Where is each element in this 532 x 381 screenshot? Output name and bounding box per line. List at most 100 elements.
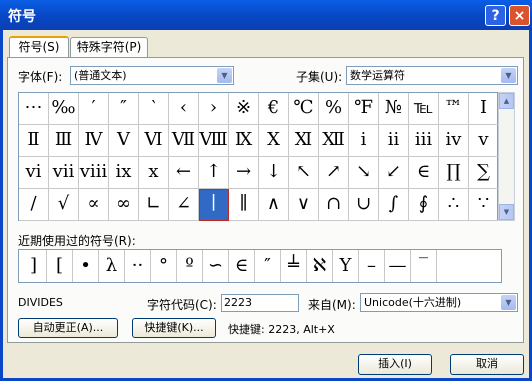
recent-symbol-cell[interactable]: ″ <box>255 250 281 282</box>
symbol-cell[interactable]: ⅸ <box>109 157 139 189</box>
recent-symbol-cell[interactable]: — <box>385 250 411 282</box>
symbol-cell[interactable]: ⋯ <box>19 93 49 125</box>
vertical-scrollbar[interactable]: ▲ ▼ <box>498 92 515 221</box>
autocorrect-button[interactable]: 自动更正(A)... <box>18 318 118 338</box>
symbol-cell[interactable]: ↑ <box>199 157 229 189</box>
symbol-cell[interactable]: ⅳ <box>439 125 469 157</box>
symbol-cell[interactable]: ← <box>169 157 199 189</box>
symbol-cell[interactable]: › <box>199 93 229 125</box>
symbol-cell[interactable]: ⅵ <box>19 157 49 189</box>
symbol-cell[interactable]: ⅷ <box>79 157 109 189</box>
symbol-cell[interactable]: Ⅰ <box>469 93 499 125</box>
symbol-cell[interactable]: ∠ <box>169 189 199 221</box>
recent-symbol-cell[interactable]: ° <box>151 250 177 282</box>
recent-symbol-cell[interactable]: λ <box>99 250 125 282</box>
symbol-cell[interactable]: Ⅻ <box>319 125 349 157</box>
scroll-down-icon[interactable]: ▼ <box>499 204 514 220</box>
symbol-cell[interactable]: ‰ <box>49 93 79 125</box>
scroll-up-icon[interactable]: ▲ <box>499 93 514 109</box>
symbol-cell[interactable]: Ⅵ <box>139 125 169 157</box>
tab-special-characters[interactable]: 特殊字符(P) <box>70 37 148 57</box>
symbol-cell[interactable]: ∪ <box>349 189 379 221</box>
symbol-cell[interactable]: ℉ <box>349 93 379 125</box>
shortcut-key-button[interactable]: 快捷键(K)... <box>132 318 216 338</box>
recent-symbol-cell[interactable]: ∈ <box>229 250 255 282</box>
recent-symbol-cell[interactable]: º <box>177 250 203 282</box>
symbol-cell[interactable]: ∑ <box>469 157 499 189</box>
symbol-cell[interactable]: ∏ <box>439 157 469 189</box>
subset-select[interactable]: 数学运算符 ▼ <box>346 66 518 85</box>
from-select[interactable]: Unicode(十六进制) ▼ <box>360 293 518 312</box>
symbol-cell[interactable]: ∝ <box>79 189 109 221</box>
symbol-cell[interactable]: № <box>379 93 409 125</box>
symbol-cell[interactable]: ↘ <box>349 157 379 189</box>
cancel-button[interactable]: 取消 <box>450 354 524 375</box>
window-title: 符号 <box>8 9 36 25</box>
symbol-cell[interactable]: ∩ <box>319 189 349 221</box>
symbol-cell[interactable]: Ⅳ <box>79 125 109 157</box>
symbol-cell[interactable]: ∟ <box>139 189 169 221</box>
symbol-cell[interactable]: ⅴ <box>469 125 499 157</box>
symbol-cell[interactable]: √ <box>49 189 79 221</box>
font-value: (普通文本) <box>74 69 127 82</box>
symbol-cell[interactable]: ℃ <box>289 93 319 125</box>
symbol-cell[interactable]: ∥ <box>229 189 259 221</box>
symbol-cell[interactable]: ″ <box>109 93 139 125</box>
symbol-cell[interactable]: Ⅷ <box>199 125 229 157</box>
recent-symbol-cell[interactable]: Y <box>333 250 359 282</box>
symbol-cell[interactable]: ↙ <box>379 157 409 189</box>
symbol-cell[interactable]: ※ <box>229 93 259 125</box>
symbol-cell[interactable]: ⅶ <box>49 157 79 189</box>
symbol-cell[interactable]: ∴ <box>439 189 469 221</box>
char-code-input[interactable]: 2223 <box>221 294 299 312</box>
symbol-cell[interactable]: ⅱ <box>379 125 409 157</box>
symbol-cell[interactable]: Ⅱ <box>19 125 49 157</box>
symbol-cell[interactable]: € <box>259 93 289 125</box>
recent-symbol-cell[interactable]: [ <box>47 250 73 282</box>
chevron-down-icon[interactable]: ▼ <box>501 295 516 310</box>
symbol-cell[interactable]: ↖ <box>289 157 319 189</box>
recent-symbol-cell[interactable]: ╧ <box>281 250 307 282</box>
help-icon[interactable]: ? <box>485 5 506 26</box>
symbol-cell[interactable]: Ⅴ <box>109 125 139 157</box>
recent-symbol-cell[interactable]: ] <box>21 250 47 282</box>
recent-symbol-cell[interactable]: ℵ <box>307 250 333 282</box>
recent-symbol-cell[interactable]: ‾ <box>411 250 437 282</box>
symbol-cell[interactable]: % <box>319 93 349 125</box>
symbol-cell[interactable]: ℡ <box>409 93 439 125</box>
symbol-cell[interactable]: ∵ <box>469 189 499 221</box>
symbol-cell[interactable]: ⅰ <box>349 125 379 157</box>
symbol-cell[interactable]: ∫ <box>379 189 409 221</box>
symbol-cell[interactable]: ∕ <box>19 189 49 221</box>
close-icon[interactable]: × <box>509 5 530 26</box>
recent-symbol-cell[interactable]: ∽ <box>203 250 229 282</box>
symbol-cell[interactable]: Ⅸ <box>229 125 259 157</box>
symbol-cell[interactable]: ↗ <box>319 157 349 189</box>
font-select[interactable]: (普通文本) ▼ <box>70 66 234 85</box>
symbol-cell[interactable]: ‵ <box>139 93 169 125</box>
recent-symbol-cell[interactable]: ·· <box>125 250 151 282</box>
symbol-cell[interactable]: ′ <box>79 93 109 125</box>
chevron-down-icon[interactable]: ▼ <box>501 68 516 83</box>
symbol-cell[interactable]: ‹ <box>169 93 199 125</box>
symbol-cell[interactable]: ∈ <box>409 157 439 189</box>
symbol-cell[interactable]: ⅹ <box>139 157 169 189</box>
symbol-cell[interactable]: ∮ <box>409 189 439 221</box>
symbol-cell[interactable]: Ⅲ <box>49 125 79 157</box>
symbol-cell[interactable]: ∧ <box>259 189 289 221</box>
symbol-cell[interactable]: ↓ <box>259 157 289 189</box>
symbol-cell[interactable]: Ⅺ <box>289 125 319 157</box>
recent-symbol-cell[interactable]: • <box>73 250 99 282</box>
symbol-cell[interactable]: ∨ <box>289 189 319 221</box>
symbol-cell[interactable]: ∣ <box>199 189 229 221</box>
symbol-cell[interactable]: Ⅶ <box>169 125 199 157</box>
symbol-cell[interactable]: → <box>229 157 259 189</box>
tab-symbols[interactable]: 符号(S) <box>9 36 69 58</box>
symbol-cell[interactable]: ∞ <box>109 189 139 221</box>
symbol-cell[interactable]: ™ <box>439 93 469 125</box>
chevron-down-icon[interactable]: ▼ <box>217 68 232 83</box>
recent-symbol-cell[interactable]: – <box>359 250 385 282</box>
symbol-cell[interactable]: ⅲ <box>409 125 439 157</box>
symbol-cell[interactable]: Ⅹ <box>259 125 289 157</box>
insert-button[interactable]: 插入(I) <box>358 354 432 375</box>
